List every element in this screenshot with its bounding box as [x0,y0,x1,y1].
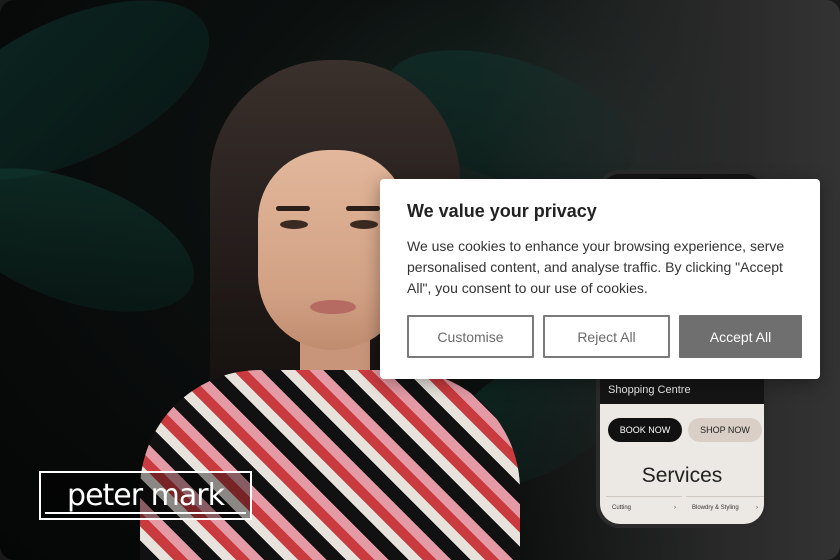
service-item-blowdry: Blowdry & Styling › [686,496,764,518]
book-now-button: BOOK NOW [608,418,682,442]
model-patterned-top [140,370,520,560]
chevron-right-icon: › [756,504,758,511]
reject-all-button[interactable]: Reject All [543,315,670,358]
model-eye [350,220,378,229]
accept-all-button[interactable]: Accept All [679,315,802,358]
logo-text: peter mark [67,478,225,513]
phone-location-label: Shopping Centre [608,384,691,396]
service-item-label: Blowdry & Styling [692,504,739,511]
model-eye [280,220,308,229]
chevron-right-icon: › [674,504,676,511]
model-brow [276,206,310,211]
cookie-dialog-body: We use cookies to enhance your browsing … [407,238,785,296]
carousel-dots [744,394,760,407]
model-brow [346,206,380,211]
cookie-dialog-title: We value your privacy [407,201,597,221]
model-lips [310,300,356,314]
customise-button[interactable]: Customise [407,315,534,358]
cookie-button-group: Customise Reject All Accept All [407,315,802,358]
cookie-consent-dialog: We value your privacy We use cookies to … [380,179,820,379]
peter-mark-logo[interactable]: peter mark [39,471,252,520]
service-item-label: Cutting [612,504,632,511]
shop-now-button: SHOP NOW [688,418,762,442]
services-title: Services [641,464,723,487]
service-item-cutting: Cutting › [606,496,682,518]
